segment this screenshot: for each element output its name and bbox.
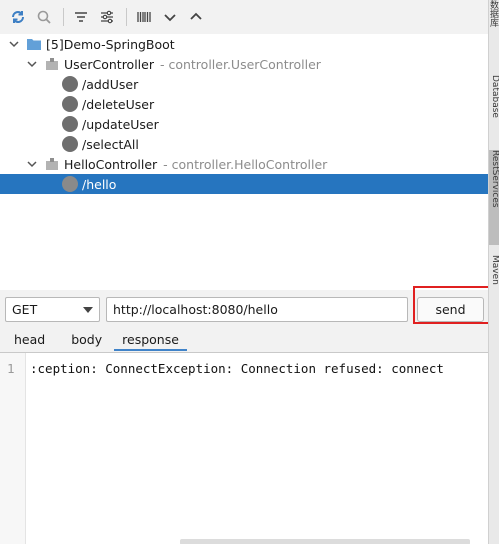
side-tool-strip: 数据库 Database RestServices Maven bbox=[488, 0, 499, 544]
filter-icon[interactable] bbox=[69, 5, 93, 29]
url-value: http://localhost:8080/hello bbox=[113, 302, 278, 317]
controller-name: UserController bbox=[64, 56, 154, 72]
chevron-down-icon[interactable] bbox=[26, 158, 38, 170]
controller-icon bbox=[44, 56, 60, 72]
line-gutter bbox=[0, 353, 26, 544]
tree-endpoint-selected[interactable]: /hello bbox=[0, 174, 488, 194]
endpoint-icon bbox=[62, 136, 78, 152]
http-method-value: GET bbox=[12, 302, 38, 317]
tree-endpoint[interactable]: /addUser bbox=[0, 74, 488, 94]
service-tree: [5]Demo-SpringBoot UserController - cont… bbox=[0, 34, 488, 290]
refresh-icon[interactable] bbox=[6, 5, 30, 29]
tree-root[interactable]: [5]Demo-SpringBoot bbox=[0, 34, 488, 54]
toolbar bbox=[0, 0, 488, 34]
endpoint-icon bbox=[62, 116, 78, 132]
settings-sliders-icon[interactable] bbox=[95, 5, 119, 29]
endpoint-label: /selectAll bbox=[82, 136, 139, 152]
endpoint-icon bbox=[62, 176, 78, 192]
endpoint-label: /addUser bbox=[82, 76, 139, 92]
http-method-select[interactable]: GET bbox=[5, 297, 100, 322]
response-text[interactable]: :ception: ConnectException: Connection r… bbox=[30, 361, 486, 376]
toolbar-divider bbox=[63, 8, 64, 26]
endpoint-icon bbox=[62, 96, 78, 112]
toolbar-divider bbox=[126, 8, 127, 26]
tree-endpoint[interactable]: /deleteUser bbox=[0, 94, 488, 114]
line-number: 1 bbox=[7, 361, 15, 376]
tree-root-label: [5]Demo-SpringBoot bbox=[46, 36, 175, 52]
horizontal-scrollbar[interactable] bbox=[180, 539, 470, 544]
controller-class-hint: - controller.UserController bbox=[159, 56, 321, 72]
chevron-down-icon[interactable] bbox=[83, 307, 93, 313]
send-button[interactable]: send bbox=[417, 297, 484, 322]
endpoint-label: /deleteUser bbox=[82, 96, 155, 112]
tree-controller-hellocontroller[interactable]: HelloController - controller.HelloContro… bbox=[0, 154, 488, 174]
tab-body[interactable]: body bbox=[71, 330, 102, 349]
folder-icon bbox=[26, 37, 42, 51]
chevron-down-icon[interactable] bbox=[8, 38, 20, 50]
tree-endpoint[interactable]: /updateUser bbox=[0, 114, 488, 134]
side-tab-maven[interactable]: Maven bbox=[489, 255, 499, 315]
expand-icon[interactable] bbox=[158, 5, 182, 29]
endpoint-icon bbox=[62, 76, 78, 92]
url-input[interactable]: http://localhost:8080/hello bbox=[106, 297, 408, 322]
endpoint-label: /hello bbox=[82, 176, 117, 192]
tree-endpoint[interactable]: /selectAll bbox=[0, 134, 488, 154]
controller-icon bbox=[44, 156, 60, 172]
tab-head[interactable]: head bbox=[14, 330, 45, 349]
search-icon[interactable] bbox=[32, 5, 56, 29]
controller-class-hint: - controller.HelloController bbox=[163, 156, 328, 172]
tab-response[interactable]: response bbox=[114, 330, 187, 351]
controller-name: HelloController bbox=[64, 156, 158, 172]
side-tab-restservices[interactable]: RestServices bbox=[489, 150, 499, 245]
side-tab-database[interactable]: Database bbox=[489, 75, 499, 140]
barcode-icon[interactable] bbox=[132, 5, 156, 29]
chevron-down-icon[interactable] bbox=[26, 58, 38, 70]
response-editor[interactable]: 1 :ception: ConnectException: Connection… bbox=[0, 352, 488, 544]
tree-controller-usercontroller[interactable]: UserController - controller.UserControll… bbox=[0, 54, 488, 74]
endpoint-label: /updateUser bbox=[82, 116, 159, 132]
response-tabs: head body response bbox=[0, 330, 488, 352]
collapse-icon[interactable] bbox=[184, 5, 208, 29]
side-tab-database-cn[interactable]: 数据库 bbox=[489, 0, 499, 55]
